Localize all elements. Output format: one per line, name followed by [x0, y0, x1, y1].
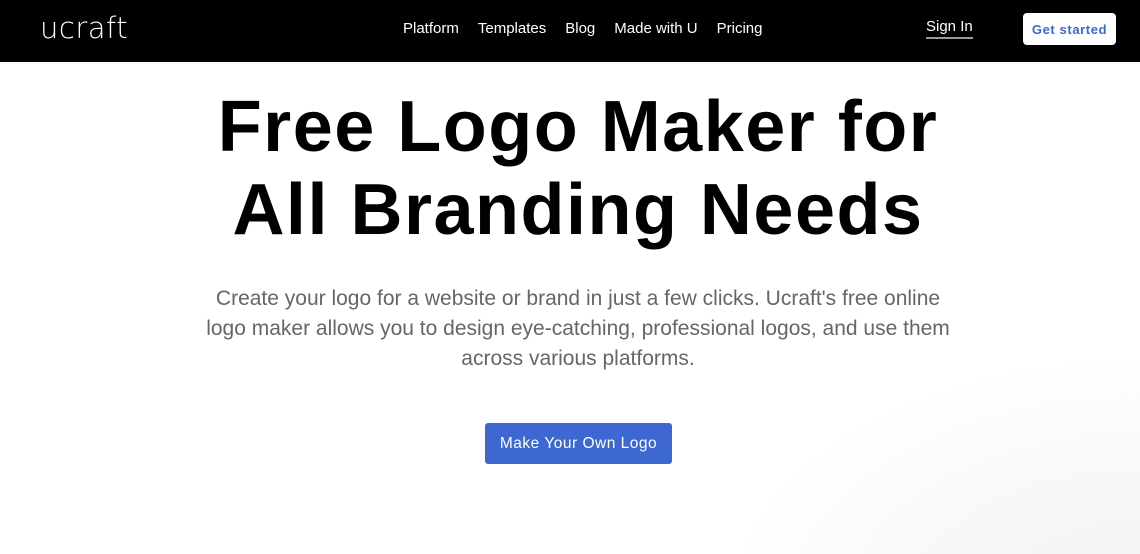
make-your-own-logo-button[interactable]: Make Your Own Logo: [485, 423, 672, 464]
nav-link-made-with-u[interactable]: Made with U: [614, 20, 697, 37]
hero-title-line-1: Free Logo Maker for: [217, 87, 939, 167]
sign-in-link[interactable]: Sign In: [926, 18, 973, 39]
hero-subtitle: Create your logo for a website or brand …: [206, 287, 950, 370]
nav-link-blog[interactable]: Blog: [565, 20, 595, 37]
nav-link-pricing[interactable]: Pricing: [717, 20, 763, 37]
get-started-button[interactable]: Get started: [1023, 13, 1116, 45]
navbar: ucraft Platform Templates Blog Made with…: [0, 0, 1140, 62]
nav-link-templates[interactable]: Templates: [478, 20, 546, 37]
nav-link-platform[interactable]: Platform: [403, 20, 459, 37]
hero-title-line-2: All Branding Needs: [232, 170, 924, 250]
main-nav: Platform Templates Blog Made with U Pric…: [403, 20, 782, 37]
hero-title: Free Logo Maker for All Branding Needs: [0, 86, 1140, 252]
ucraft-logo[interactable]: ucraft: [40, 11, 128, 45]
